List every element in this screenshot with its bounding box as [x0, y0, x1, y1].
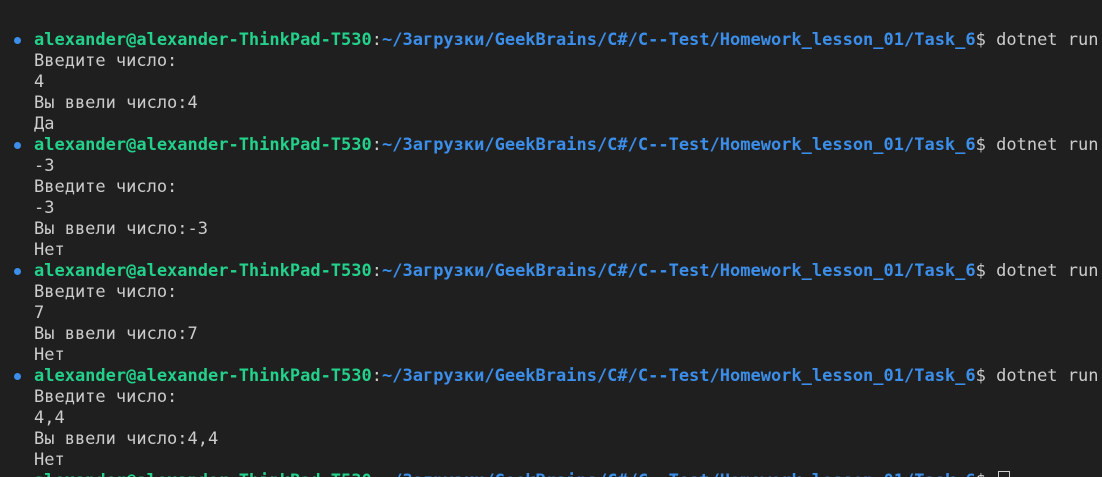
prompt-separator: :: [371, 366, 383, 386]
prompt-symbol: $: [976, 471, 986, 477]
output-line: Нет: [34, 345, 65, 365]
command-decoration-icon[interactable]: [14, 268, 21, 275]
prompt-symbol: $: [975, 261, 986, 281]
prompt-path: ~/Загрузки/GeekBrains/C#/C--Test/Homewor…: [382, 30, 976, 50]
prompt-user: alexander@alexander-ThinkPad-T530: [34, 30, 372, 50]
output-line: 4,4: [34, 408, 65, 428]
prompt-user: alexander@alexander-ThinkPad-T530: [34, 366, 372, 386]
output-line: -3: [34, 198, 55, 218]
terminal-output: alexander@alexander-ThinkPad-T530:~/Загр…: [14, 30, 1102, 477]
prompt-path: ~/Загрузки/GeekBrains/C#/C--Test/Homewor…: [382, 135, 976, 155]
prompt-user: alexander@alexander-ThinkPad-T530: [34, 261, 372, 281]
output-line: 4: [34, 72, 45, 92]
output-line: 7: [34, 303, 45, 323]
text-cursor[interactable]: [998, 471, 1011, 477]
command-text: [986, 471, 996, 477]
output-line: Введите число:: [34, 177, 178, 197]
prompt-user: alexander@alexander-ThinkPad-T530: [34, 135, 372, 155]
prompt-symbol: $: [975, 30, 986, 50]
output-line: Введите число:: [34, 51, 178, 71]
command-decoration-icon[interactable]: [14, 142, 21, 149]
prompt-separator: :: [371, 30, 383, 50]
output-line: Да: [34, 114, 55, 134]
prompt-line: alexander@alexander-ThinkPad-T530:~/Загр…: [14, 135, 1102, 156]
command-decoration-icon[interactable]: [14, 373, 21, 380]
command-decoration-icon[interactable]: [14, 37, 21, 44]
terminal-panel[interactable]: alexander@alexander-ThinkPad-T530:~/Загр…: [0, 0, 1102, 477]
prompt-line: alexander@alexander-ThinkPad-T530:~/Загр…: [14, 366, 1102, 387]
output-line: Введите число:: [34, 282, 178, 302]
output-line: Вы ввели число:-3: [34, 219, 208, 239]
prompt-user: alexander@alexander-ThinkPad-T530: [34, 471, 372, 477]
prompt-line: alexander@alexander-ThinkPad-T530:~/Загр…: [34, 471, 1102, 477]
prompt-separator: :: [371, 135, 383, 155]
prompt-line: alexander@alexander-ThinkPad-T530:~/Загр…: [14, 30, 1102, 51]
output-line: Вы ввели число:4: [34, 93, 198, 113]
output-line: Вы ввели число:4,4: [34, 429, 219, 449]
output-line: -3: [34, 156, 55, 176]
command-text: dotnet run: [985, 135, 1099, 155]
output-line: Введите число:: [34, 387, 178, 407]
prompt-path: ~/Загрузки/GeekBrains/C#/C--Test/Homewor…: [382, 261, 976, 281]
prompt-separator: :: [372, 471, 382, 477]
prompt-path: ~/Загрузки/GeekBrains/C#/C--Test/Homewor…: [382, 366, 976, 386]
prompt-line: alexander@alexander-ThinkPad-T530:~/Загр…: [14, 261, 1102, 282]
prompt-separator: :: [371, 261, 383, 281]
command-text: dotnet run: [985, 366, 1099, 386]
prompt-symbol: $: [975, 366, 986, 386]
prompt-path: ~/Загрузки/GeekBrains/C#/C--Test/Homewor…: [382, 471, 976, 477]
output-line: Вы ввели число:7: [34, 324, 198, 344]
command-text: dotnet run: [985, 261, 1099, 281]
output-line: Нет: [34, 240, 65, 260]
command-text: dotnet run: [985, 30, 1099, 50]
output-line: Нет: [34, 450, 65, 470]
prompt-symbol: $: [975, 135, 986, 155]
